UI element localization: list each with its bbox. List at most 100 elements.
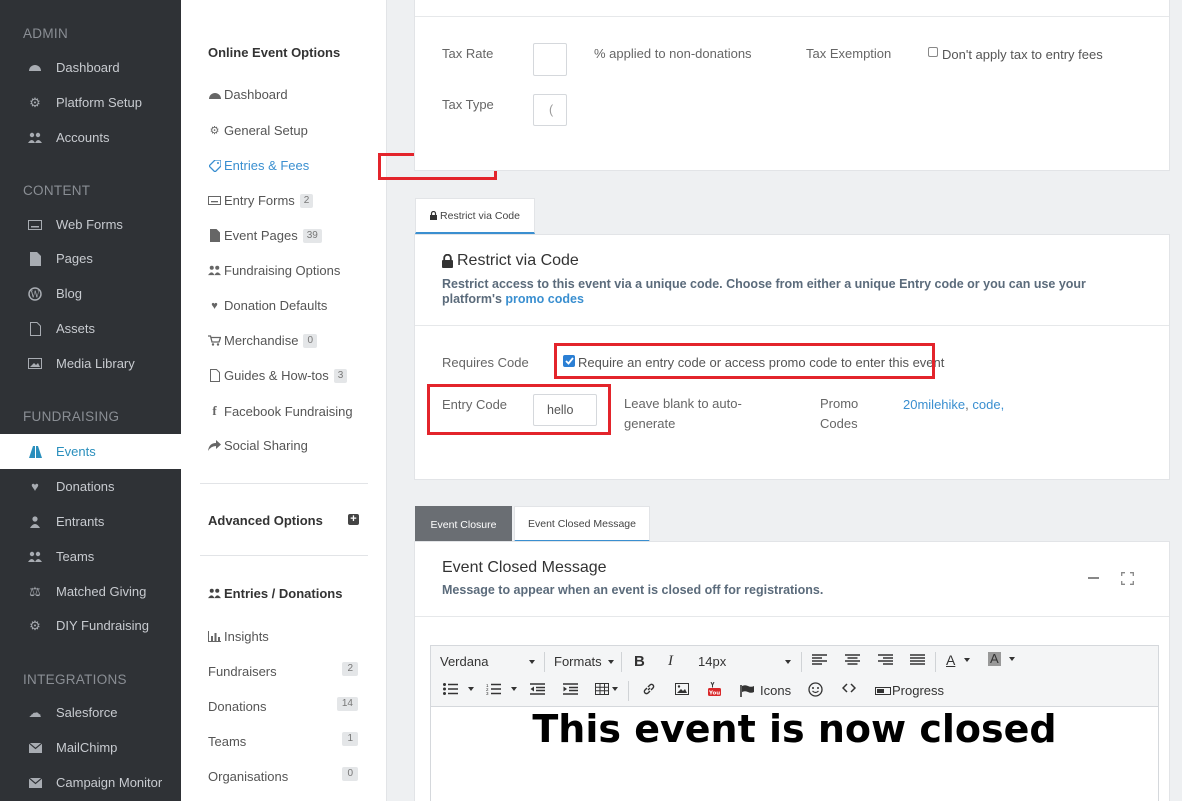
align-left-icon[interactable] [812, 654, 827, 666]
facebook-icon: f [212, 403, 217, 418]
sidebar-item-web-forms[interactable]: Web Forms [0, 207, 181, 242]
subnav-item-entry-forms[interactable]: Entry Forms 2 [208, 193, 314, 208]
cart-icon [208, 335, 221, 346]
sidebar-item-matched-giving[interactable]: ⚖ Matched Giving [0, 574, 181, 609]
sidebar-item-teams[interactable]: Teams [0, 539, 181, 574]
sidebar-item-blog[interactable]: W Blog [0, 276, 181, 311]
promo-code-link[interactable]: code [972, 397, 1000, 412]
numbered-list-icon[interactable]: 123 [486, 683, 517, 695]
subnav-item-general-setup[interactable]: ⚙ General Setup [208, 123, 308, 138]
sidebar-item-donations[interactable]: ♥ Donations [0, 469, 181, 504]
sidebar-item-campaign-monitor[interactable]: Campaign Monitor [0, 765, 181, 800]
text-color-icon[interactable]: A [946, 652, 971, 668]
users-icon [208, 588, 221, 599]
count-badge: 0 [342, 767, 358, 781]
subnav-item-facebook-fundraising[interactable]: f Facebook Fundraising [208, 403, 352, 419]
subnav-item-fundraisers[interactable]: Fundraisers [208, 664, 360, 679]
background-color-icon[interactable]: A [988, 652, 1015, 666]
highlight-requires-code [554, 343, 935, 379]
closed-message-heading[interactable]: This event is now closed [431, 707, 1158, 751]
align-center-icon[interactable] [845, 654, 860, 666]
emoji-icon[interactable] [808, 682, 823, 697]
subnav-item-merchandise[interactable]: Merchandise 0 [208, 333, 317, 348]
sidebar-item-pages[interactable]: Pages [0, 241, 181, 276]
heart-icon: ♥ [31, 479, 39, 494]
progress-bar-icon [875, 686, 891, 695]
tab-event-closed-message[interactable]: Event Closed Message [514, 506, 650, 542]
advanced-options-title[interactable]: Advanced Options [208, 513, 323, 528]
sidebar-item-media-library[interactable]: Media Library [0, 346, 181, 381]
pdf-icon [208, 369, 221, 382]
sidebar-item-label: Assets [56, 321, 96, 336]
subnav-item-dashboard[interactable]: Dashboard [208, 87, 288, 102]
icons-button[interactable]: Icons [740, 683, 791, 698]
entry-code-hint: Leave blank to auto-generate [624, 396, 742, 431]
envelope-icon [28, 741, 42, 755]
expand-plus-icon[interactable]: + [348, 514, 359, 525]
sidebar-item-diy-fundraising[interactable]: ⚙ DIY Fundraising [0, 608, 181, 643]
event-options-nav: Online Event Options Dashboard ⚙ General … [181, 0, 497, 801]
minimize-icon[interactable] [1088, 577, 1099, 579]
subnav-item-entries-fees[interactable]: Entries & Fees [208, 158, 309, 173]
sidebar-item-label: Media Library [56, 356, 135, 371]
sidebar-item-label: MailChimp [56, 740, 118, 755]
align-right-icon[interactable] [878, 654, 893, 666]
entries-donations-title: Entries / Donations [208, 586, 342, 601]
subnav-item-social-sharing[interactable]: Social Sharing [208, 438, 308, 453]
dashboard-icon [28, 61, 42, 75]
indent-icon[interactable] [563, 683, 578, 695]
link-icon[interactable] [642, 682, 656, 696]
bullet-list-icon[interactable] [443, 683, 474, 695]
subnav-item-teams[interactable]: Teams [208, 734, 246, 749]
sidebar-item-events[interactable]: Events [0, 434, 181, 469]
progress-button[interactable]: Progress [875, 683, 944, 698]
youtube-icon[interactable]: You [708, 682, 721, 696]
subnav-item-donation-defaults[interactable]: ♥ Donation Defaults [208, 298, 327, 313]
sidebar-item-mailchimp[interactable]: MailChimp [0, 730, 181, 765]
sidebar-item-entrants[interactable]: Entrants [0, 504, 181, 539]
source-code-icon[interactable] [842, 683, 856, 693]
subnav-item-fundraising-options[interactable]: Fundraising Options [208, 263, 340, 278]
heart-icon: ♥ [211, 299, 218, 312]
subnav-item-guides[interactable]: Guides & How-tos 3 [208, 368, 348, 383]
table-icon[interactable] [595, 683, 618, 695]
sidebar-item-label: Campaign Monitor [56, 775, 163, 790]
flag-icon [740, 684, 754, 697]
promo-code-link[interactable]: 20milehike [903, 397, 965, 412]
subnav-item-donations[interactable]: Donations [208, 699, 267, 714]
font-size-select[interactable]: 14px [698, 654, 791, 669]
editor-toolbar: Verdana Formats B I 14px A A 123 You Ico… [430, 645, 1159, 707]
italic-icon[interactable]: I [668, 653, 673, 670]
promo-codes-link[interactable]: promo codes [505, 292, 584, 306]
subnav-item-event-pages[interactable]: Event Pages 39 [208, 228, 322, 243]
tab-event-closure[interactable]: Event Closure [415, 506, 512, 542]
sidebar-item-label: Teams [56, 549, 95, 564]
tax-rate-input[interactable] [533, 43, 567, 76]
tab-restrict-via-code[interactable]: Restrict via Code [415, 198, 535, 234]
balance-scale-icon: ⚖ [29, 583, 41, 599]
sidebar-item-label: Blog [56, 286, 83, 301]
sidebar-item-dashboard[interactable]: Dashboard [0, 50, 181, 85]
subnav-item-insights[interactable]: Insights [208, 629, 269, 644]
font-family-select[interactable]: Verdana [440, 654, 535, 669]
tax-rate-label: Tax Rate [442, 46, 494, 61]
image-icon[interactable] [675, 683, 689, 695]
align-justify-icon[interactable] [910, 654, 925, 666]
tax-type-select[interactable]: ( [533, 94, 567, 126]
tax-exemption-checkbox[interactable] [928, 47, 938, 57]
sidebar-item-label: Platform Setup [56, 95, 142, 110]
subnav-item-organisations[interactable]: Organisations [208, 769, 288, 784]
formats-dropdown[interactable]: Formats [554, 654, 614, 669]
bold-icon[interactable]: B [634, 653, 645, 670]
editor-content-area[interactable]: This event is now closed [430, 707, 1159, 801]
sidebar-item-assets[interactable]: Assets [0, 311, 181, 346]
file-icon [28, 251, 42, 266]
lock-icon [442, 254, 453, 268]
sidebar-item-accounts[interactable]: Accounts [0, 120, 181, 155]
outdent-icon[interactable] [530, 683, 545, 695]
fullscreen-icon[interactable] [1121, 572, 1134, 585]
sidebar-item-salesforce[interactable]: ☁ Salesforce [0, 695, 181, 730]
count-badge: 2 [342, 662, 358, 676]
sidebar-item-platform-setup[interactable]: ⚙ Platform Setup [0, 85, 181, 120]
bar-chart-icon [208, 631, 221, 642]
